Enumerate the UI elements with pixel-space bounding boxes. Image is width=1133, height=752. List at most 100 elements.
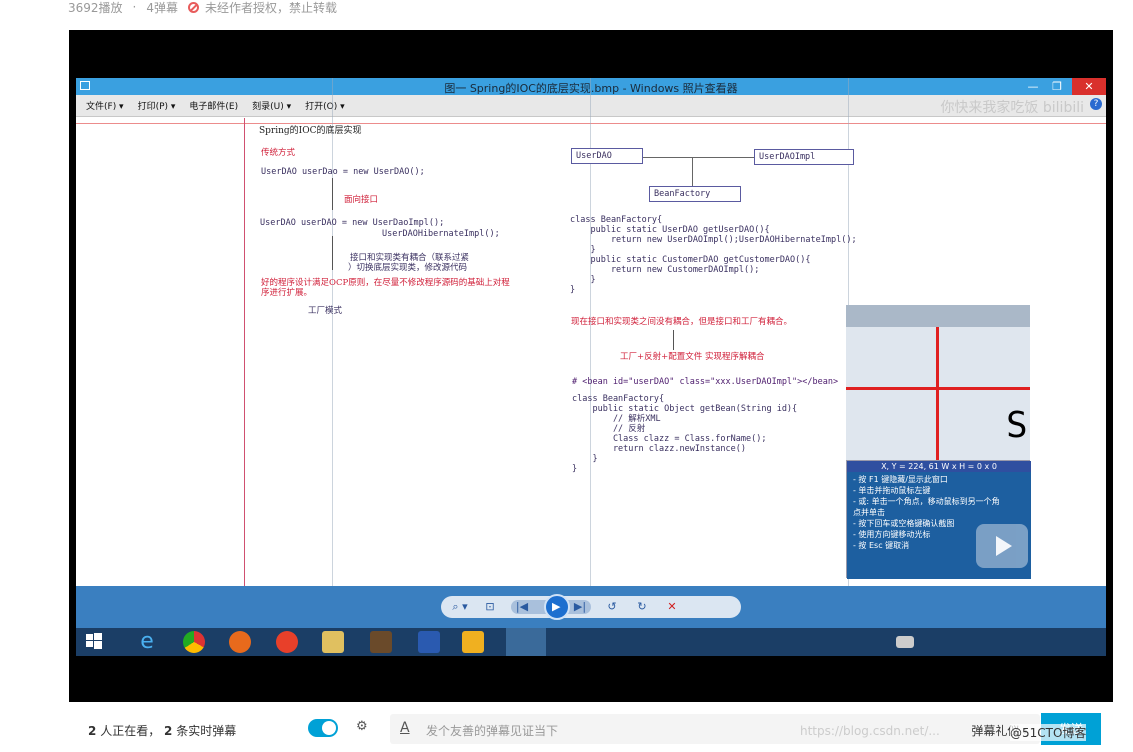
play-icon: [996, 536, 1012, 556]
help-icon[interactable]: ?: [1090, 98, 1102, 110]
code-line: class BeanFactory{: [572, 394, 665, 404]
blog-watermark: @51CTO博客: [1010, 724, 1087, 741]
viewer-text: 人正在看，: [100, 724, 161, 738]
close-button[interactable]: ✕: [1072, 78, 1106, 95]
code-line: }: [570, 275, 596, 285]
copyright-notice: 未经作者授权，禁止转载: [188, 0, 337, 16]
userdao-box: UserDAO: [571, 148, 643, 164]
guide-vline: [244, 118, 245, 586]
forbidden-icon: [188, 1, 200, 13]
interface-label: 面向接口: [344, 195, 379, 205]
code-line: }: [572, 464, 578, 474]
magnifier-tip: - 单击并拖动鼠标左键: [853, 486, 931, 495]
code-line: class BeanFactory{: [570, 215, 663, 225]
code-line: return new CustomerDAOImpl();: [570, 265, 760, 275]
magnifier-tip: - 按 F1 键隐藏/显示此窗口: [853, 475, 948, 484]
zoom-button[interactable]: ⌕ ▾: [451, 600, 469, 614]
font-style-icon[interactable]: A: [400, 720, 410, 736]
windows-taskbar: e: [76, 628, 1106, 656]
minimize-button[interactable]: —: [1022, 78, 1044, 95]
arrow-down: [332, 236, 333, 270]
factory-mode-label: 工厂模式: [308, 306, 343, 316]
arrow-down: [332, 178, 333, 210]
window-titlebar[interactable]: 图一 Spring的IOC的底层实现.bmp - Windows 照片查看器 —…: [76, 78, 1106, 95]
code-line: public static Object getBean(String id){: [572, 404, 798, 414]
rotate-right-button[interactable]: ↻: [633, 600, 651, 614]
fit-button[interactable]: ⊡: [481, 600, 499, 614]
magnifier-tip: - 或: 单击一个角点，移动鼠标到另一个角: [853, 497, 1000, 506]
viewer-status: 2 人正在看， 2 条实时弹幕: [88, 722, 236, 739]
next-button[interactable]: ▶|: [571, 600, 589, 614]
viewer-toolbar: ⌕ ▾ ⊡ |◀ ▶ ▶| ↺ ↻ ✕: [76, 586, 1106, 629]
csdn-watermark: https://blog.csdn.net/...: [800, 724, 940, 738]
ocp-note-b: 序进行扩展。: [261, 288, 313, 298]
viewer-controls: ⌕ ▾ ⊡ |◀ ▶ ▶| ↺ ↻ ✕: [441, 594, 741, 620]
windows-start-icon[interactable]: [84, 631, 104, 653]
traditional-label: 传统方式: [261, 148, 296, 158]
danmaku-count: 4弹幕: [146, 0, 179, 15]
magnifier-tip: 点并单击: [853, 508, 885, 517]
guide-line: [76, 123, 1106, 124]
word-icon[interactable]: [418, 631, 440, 653]
beanfactory-box: BeanFactory: [649, 186, 741, 202]
magnifier-readout: X, Y = 224, 61 W x H = 0 x 0: [847, 461, 1031, 472]
code-line-2b: UserDAOHibernateImpl();: [382, 229, 500, 239]
guide-vline: [332, 78, 333, 628]
menu-burn[interactable]: 刻录(U) ▾: [250, 99, 293, 112]
live-danmaku-count: 2: [164, 724, 173, 738]
menu-open[interactable]: 打开(O) ▾: [303, 99, 347, 112]
userdaoimpl-box: UserDAOImpl: [754, 149, 854, 165]
code-line-2a: UserDAO userDAO = new UserDaoImpl();: [260, 218, 445, 228]
magnifier-preview: S: [846, 305, 1030, 460]
explorer-icon[interactable]: [322, 631, 344, 653]
code-line: // 解析XML: [572, 414, 661, 424]
xml-bean-line: # <bean id="userDAO" class="xxx.UserDAOI…: [572, 377, 839, 387]
delete-button[interactable]: ✕: [663, 600, 681, 614]
code-line: return new UserDAOImpl();UserDAOHibernat…: [570, 235, 857, 245]
notepad-icon[interactable]: [462, 631, 484, 653]
bilibili-watermark: 你快来我家吃饭 bilibili: [940, 100, 1084, 116]
menu-print[interactable]: 打印(P) ▾: [136, 99, 178, 112]
rotate-left-button[interactable]: ↺: [603, 600, 621, 614]
previous-button[interactable]: |◀: [513, 600, 531, 614]
relation-line: [692, 158, 693, 186]
slide-heading: Spring的IOC的底层实现: [259, 126, 362, 136]
code-line-1: UserDAO userDao = new UserDAO();: [261, 167, 425, 177]
slideshow-button[interactable]: ▶: [544, 594, 570, 620]
window-title: 图一 Spring的IOC的底层实现.bmp - Windows 照片查看器: [444, 82, 738, 95]
code-line: // 反射: [572, 424, 646, 434]
menu-bar: 文件(F) ▾ 打印(P) ▾ 电子邮件(E) 刻录(U) ▾ 打开(O) ▾ …: [76, 95, 1106, 117]
danmaku-settings-icon[interactable]: ⚙: [356, 719, 374, 737]
preview-glyph: S: [1006, 405, 1028, 446]
danmaku-toggle[interactable]: [308, 719, 338, 737]
code-line: }: [570, 245, 596, 255]
play-overlay-button[interactable]: [976, 524, 1028, 568]
ie-icon[interactable]: e: [136, 631, 158, 653]
coupling-status: 现在接口和实现类之间没有耦合，但是接口和工厂有耦合。: [571, 317, 793, 327]
arrow-down: [673, 330, 674, 350]
app-icon[interactable]: [370, 631, 392, 653]
coupling-note-b: ）切换底层实现类，修改源代码: [348, 263, 468, 273]
crosshair-v: [936, 305, 939, 460]
play-count: 3692播放: [68, 0, 123, 15]
code-line: return clazz.newInstance(): [572, 444, 746, 454]
coupling-note-a: 接口和实现类有耦合（联系过紧: [350, 253, 470, 263]
menu-file[interactable]: 文件(F) ▾: [84, 99, 126, 112]
preview-band: [846, 305, 1030, 327]
ocp-note-a: 好的程序设计满足OCP原则，在尽量不修改程序源码的基础上对程: [261, 278, 510, 288]
crosshair-h: [846, 387, 1030, 390]
flashget-icon[interactable]: [276, 631, 298, 653]
copyright-text: 未经作者授权，禁止转载: [205, 0, 338, 15]
danmaku-input[interactable]: A 发个友善的弹幕见证当下 弹幕礼仪 ›: [390, 714, 1040, 744]
keyboard-icon[interactable]: [896, 636, 914, 648]
code-block-2: class BeanFactory{ public static Object …: [572, 394, 797, 474]
restore-button[interactable]: ❐: [1046, 78, 1068, 95]
code-line: public static CustomerDAO getCustomerDAO…: [570, 255, 811, 265]
danmaku-bar: 2 人正在看， 2 条实时弹幕 ⚙ A 发个友善的弹幕见证当下 弹幕礼仪 › 发…: [68, 710, 1133, 752]
firefox-icon[interactable]: [229, 631, 251, 653]
menu-email[interactable]: 电子邮件(E): [187, 99, 240, 112]
chrome-icon[interactable]: [183, 631, 205, 653]
danmaku-placeholder: 发个友善的弹幕见证当下: [426, 724, 559, 738]
code-line: }: [572, 454, 598, 464]
photo-viewer-task[interactable]: [506, 628, 546, 656]
